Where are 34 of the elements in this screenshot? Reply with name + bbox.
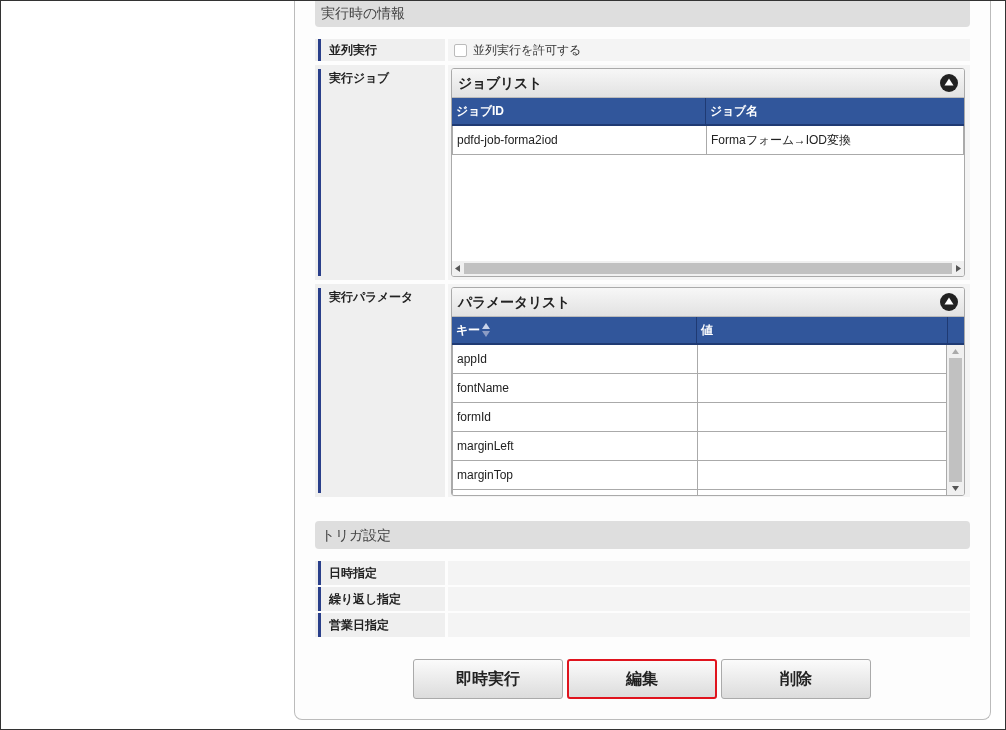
grid-title: ジョブリスト: [458, 73, 542, 93]
field-label: 営業日指定: [329, 617, 389, 634]
action-button[interactable]: 即時実行: [412, 659, 563, 699]
field-label: 繰り返し指定: [329, 591, 401, 608]
section-header: 実行時の情報: [315, 1, 970, 27]
checkbox-label[interactable]: 並列実行を許可する: [473, 41, 581, 59]
column-header: ジョブ名: [709, 103, 759, 120]
table-cell: appId: [452, 345, 697, 373]
table-cell: marginLeft: [452, 432, 697, 460]
table-cell: Formaフォーム→IOD変換: [706, 126, 964, 154]
field-label: 実行ジョブ: [329, 70, 389, 87]
column-header: ジョブID: [452, 98, 706, 124]
field-label: 日時指定: [329, 565, 377, 582]
sort-icon[interactable]: [482, 322, 490, 338]
section-header: トリガ設定: [315, 521, 970, 549]
field-label: 並列実行: [329, 42, 377, 59]
scroll-down-icon[interactable]: [952, 486, 959, 491]
checkbox[interactable]: [454, 43, 467, 57]
grid-title: パラメータリスト: [458, 292, 570, 312]
scroll-left-icon[interactable]: [455, 265, 460, 272]
table-cell: formId: [452, 403, 697, 431]
table-cell: marginTop: [452, 461, 697, 489]
vertical-scrollbar[interactable]: [947, 345, 964, 495]
action-button[interactable]: 編集: [566, 659, 717, 699]
action-button[interactable]: 削除: [720, 659, 871, 699]
horizontal-scrollbar[interactable]: [452, 261, 964, 276]
field-label: 実行パラメータ: [329, 289, 413, 306]
column-header: 値: [700, 322, 714, 339]
collapse-icon[interactable]: [940, 74, 958, 92]
collapse-icon[interactable]: [940, 293, 958, 311]
table-cell: fontName: [452, 374, 697, 402]
table-cell: pdfd-job-forma2iod: [452, 126, 706, 154]
scroll-right-icon[interactable]: [956, 265, 961, 272]
column-header[interactable]: キー: [452, 317, 697, 343]
